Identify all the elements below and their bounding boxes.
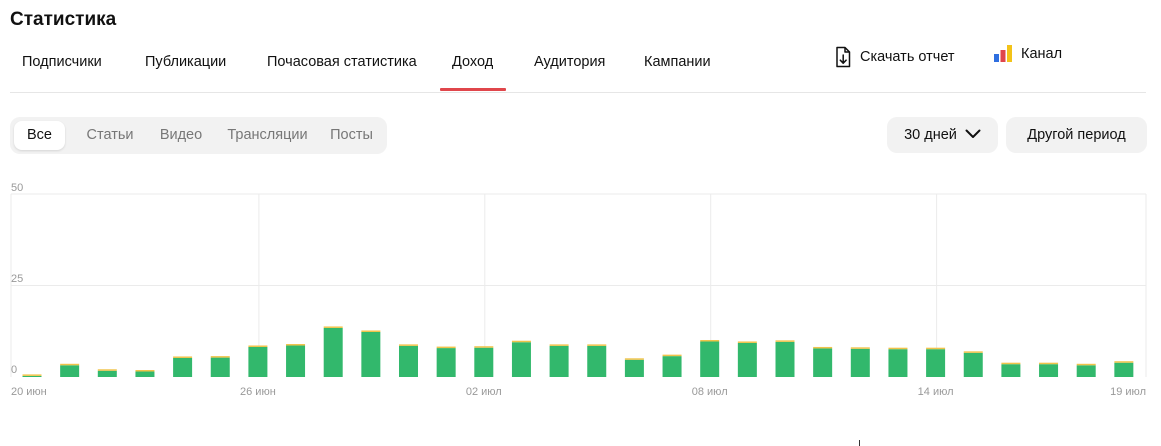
bar-cap xyxy=(888,347,908,350)
bar xyxy=(1039,364,1059,377)
bar xyxy=(587,345,607,377)
bar-cap xyxy=(22,374,42,376)
period-select[interactable]: 30 дней xyxy=(887,117,998,153)
x-tick-label: 26 июн xyxy=(240,386,276,398)
bar-cap xyxy=(399,344,418,346)
page-title: Статистика xyxy=(10,9,117,30)
bar-cap xyxy=(173,356,193,358)
bar xyxy=(813,348,833,377)
tab-campaigns[interactable]: Кампании xyxy=(644,54,711,70)
bar-cap xyxy=(511,340,531,343)
bar xyxy=(888,349,908,377)
y-tick-label: 25 xyxy=(11,273,23,285)
bar-chart-logo-icon xyxy=(994,45,1013,63)
bar xyxy=(436,348,456,377)
bar-cap xyxy=(248,345,268,347)
content-type-filter: Все Статьи Видео Трансляции Посты xyxy=(10,117,387,154)
bar xyxy=(135,371,155,377)
bar xyxy=(926,349,946,377)
channel-button[interactable]: Канал xyxy=(994,45,1062,63)
bar-cap xyxy=(323,326,343,328)
x-tick-label: 19 июл xyxy=(1110,386,1146,398)
bar xyxy=(775,341,795,377)
other-period-button[interactable]: Другой период xyxy=(1006,117,1147,153)
active-tab-indicator xyxy=(440,88,506,91)
x-tick-label: 08 июл xyxy=(692,386,728,398)
bar xyxy=(323,327,343,377)
bar xyxy=(361,331,381,377)
bar-cap xyxy=(662,354,682,357)
tabs-divider xyxy=(10,92,1146,93)
bar-cap xyxy=(813,346,833,349)
period-select-value: 30 дней xyxy=(904,127,957,143)
tab-hourly-stats[interactable]: Почасовая статистика xyxy=(267,54,417,70)
bar-cap xyxy=(549,344,569,346)
tab-bar: Подписчики Публикации Почасовая статисти… xyxy=(0,46,1146,92)
bar-cap xyxy=(963,351,983,353)
filter-video[interactable]: Видео xyxy=(146,121,216,150)
tab-audience[interactable]: Аудитория xyxy=(534,54,605,70)
bar-cap xyxy=(286,344,306,346)
bar xyxy=(700,341,720,377)
tab-publications[interactable]: Публикации xyxy=(145,54,226,70)
bar-cap xyxy=(474,346,494,348)
tab-subscribers[interactable]: Подписчики xyxy=(22,54,102,70)
filter-all[interactable]: Все xyxy=(14,121,65,150)
bar-cap xyxy=(775,340,795,342)
download-report-button[interactable]: Скачать отчет xyxy=(834,46,955,68)
bar-cap xyxy=(361,330,381,332)
bar xyxy=(850,348,870,377)
filter-posts[interactable]: Посты xyxy=(322,121,381,150)
tab-income[interactable]: Доход xyxy=(452,54,493,70)
bar xyxy=(624,359,644,377)
download-file-icon xyxy=(834,46,852,68)
x-tick-label: 20 июн xyxy=(11,386,47,398)
y-tick-label: 0 xyxy=(11,364,17,376)
bar xyxy=(662,356,682,377)
bar xyxy=(210,357,230,377)
bar-cap xyxy=(926,347,946,350)
chevron-down-icon xyxy=(965,127,981,143)
bar-cap xyxy=(850,347,870,349)
income-bar-chart: 0 25 50 20 июн 26 июн 02 июл 08 июл 14 июл 19 ию… xyxy=(10,182,1147,398)
bar xyxy=(1076,365,1096,377)
y-tick-label: 50 xyxy=(11,182,23,194)
bar-cap xyxy=(135,370,155,372)
filter-articles[interactable]: Статьи xyxy=(77,121,143,150)
bar xyxy=(286,345,306,377)
mouse-cursor xyxy=(859,440,860,446)
bar xyxy=(963,352,983,377)
bar xyxy=(399,345,418,377)
channel-label: Канал xyxy=(1021,46,1063,62)
download-report-label: Скачать отчет xyxy=(860,49,955,65)
bar xyxy=(1001,364,1021,377)
x-tick-label: 14 июл xyxy=(918,386,954,398)
bar-cap xyxy=(60,363,80,366)
filter-streams[interactable]: Трансляции xyxy=(216,121,319,150)
bar-cap xyxy=(1039,362,1059,365)
bar xyxy=(173,357,193,377)
bar-cap xyxy=(624,358,644,360)
bar xyxy=(60,365,80,377)
x-tick-label: 02 июл xyxy=(466,386,502,398)
bar-cap xyxy=(1076,363,1096,366)
bar xyxy=(97,370,117,377)
bar xyxy=(511,342,531,377)
bar-cap xyxy=(1114,361,1134,363)
bar-cap xyxy=(97,369,117,371)
bar xyxy=(248,346,268,377)
bar xyxy=(474,347,494,377)
bar xyxy=(1114,362,1134,377)
bar-cap xyxy=(210,356,230,358)
bar-cap xyxy=(1001,362,1021,365)
bar xyxy=(22,375,42,377)
other-period-label: Другой период xyxy=(1027,127,1126,143)
bar-cap xyxy=(587,344,607,346)
bar xyxy=(737,342,757,377)
bar-cap xyxy=(737,341,757,343)
bar xyxy=(549,345,569,377)
bar-cap xyxy=(436,346,456,349)
bar-cap xyxy=(700,339,720,342)
